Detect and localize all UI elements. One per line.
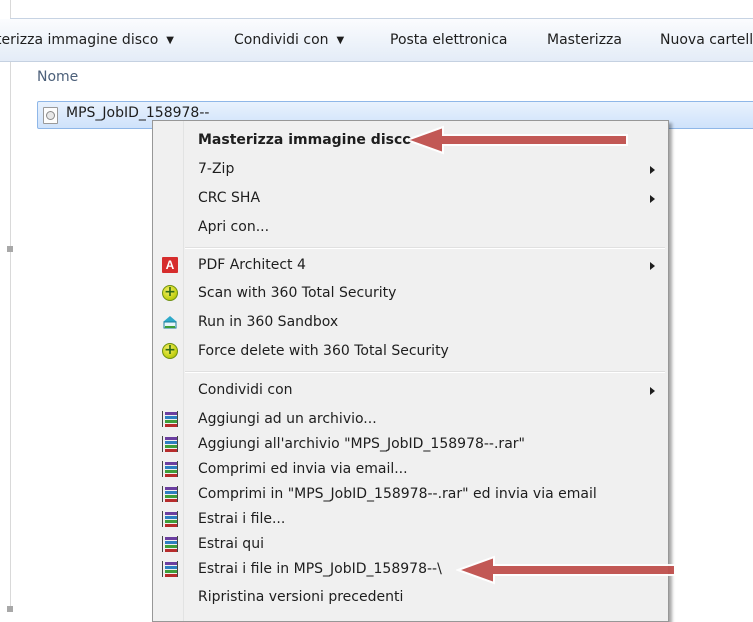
- 360-security-icon: [162, 284, 178, 301]
- winrar-icon: [162, 511, 178, 527]
- toolbar-label: Masterizza: [547, 32, 622, 48]
- menu-item-add-to-archive[interactable]: Aggiungi ad un archivio...: [153, 407, 668, 433]
- menu-item-label: PDF Architect 4: [198, 257, 306, 273]
- menu-item-label: Run in 360 Sandbox: [198, 314, 339, 330]
- menu-item-label: Aggiungi ad un archivio...: [198, 411, 377, 427]
- menu-item-label: Condividi con: [198, 382, 293, 398]
- menu-item-label: Ripristina versioni precedenti: [198, 589, 404, 605]
- annotation-arrow-icon: [456, 555, 676, 585]
- menu-separator: [185, 371, 665, 373]
- dropdown-caret-icon: ▼: [336, 35, 345, 46]
- 360-sandbox-icon: [162, 314, 178, 330]
- dropdown-caret-icon: ▼: [166, 35, 174, 46]
- new-folder-button[interactable]: Nuova cartell: [660, 19, 753, 61]
- burn-disc-image-menu[interactable]: terizza immagine disco ▼: [0, 19, 174, 61]
- window-left-border: [10, 0, 11, 612]
- menu-item-label: Aggiungi all'archivio "MPS_JobID_158978-…: [198, 436, 525, 452]
- menu-item-7zip[interactable]: 7-Zip: [153, 157, 668, 183]
- menu-item-label: Scan with 360 Total Security: [198, 285, 397, 301]
- menu-item-label: Force delete with 360 Total Security: [198, 343, 449, 359]
- name-column-header[interactable]: Nome: [37, 69, 78, 85]
- menu-item-pdf-architect[interactable]: PDF Architect 4: [153, 253, 668, 279]
- menu-item-label: Masterizza immagine disco: [198, 132, 412, 148]
- menu-item-compress-rar-email[interactable]: Comprimi in "MPS_JobID_158978--.rar" ed …: [153, 482, 668, 508]
- submenu-arrow-icon: [650, 387, 655, 395]
- email-button[interactable]: Posta elettronica: [390, 19, 507, 61]
- menu-item-scan-360[interactable]: Scan with 360 Total Security: [153, 281, 668, 307]
- menu-item-extract-files[interactable]: Estrai i file...: [153, 507, 668, 533]
- menu-item-label: Estrai i file...: [198, 511, 286, 527]
- submenu-arrow-icon: [650, 195, 655, 203]
- context-menu: Masterizza immagine disco 7-Zip CRC SHA …: [152, 120, 669, 622]
- submenu-arrow-icon: [650, 166, 655, 174]
- pdf-architect-icon: [162, 257, 178, 273]
- menu-item-label: CRC SHA: [198, 190, 261, 206]
- menu-item-share-with[interactable]: Condividi con: [153, 378, 668, 404]
- 360-security-icon: [162, 342, 178, 359]
- menu-item-label: 7-Zip: [198, 161, 235, 177]
- menu-item-label: Apri con...: [198, 219, 270, 235]
- menu-item-label: Estrai i file in MPS_JobID_158978--\: [198, 561, 442, 577]
- menu-item-open-with[interactable]: Apri con...: [153, 215, 668, 241]
- resize-grip-icon[interactable]: [7, 606, 13, 612]
- annotation-arrow-icon: [405, 125, 628, 155]
- menu-item-restore-previous-versions[interactable]: Ripristina versioni precedenti: [153, 585, 668, 611]
- menu-item-label: Estrai qui: [198, 536, 264, 552]
- winrar-icon: [162, 461, 178, 477]
- command-bar: terizza immagine disco ▼ Condividi con ▼ P…: [0, 19, 753, 62]
- file-name: MPS_JobID_158978--: [66, 105, 210, 121]
- toolbar-label: terizza immagine disco: [0, 32, 159, 48]
- share-with-menu[interactable]: Condividi con ▼: [234, 19, 344, 61]
- menu-item-label: Comprimi ed invia via email...: [198, 461, 408, 477]
- winrar-icon: [162, 436, 178, 452]
- winrar-icon: [162, 561, 178, 577]
- 360-sandbox-icon-graphic: [163, 316, 177, 329]
- menu-item-add-to-rar[interactable]: Aggiungi all'archivio "MPS_JobID_158978-…: [153, 432, 668, 458]
- menu-item-360-sandbox[interactable]: Run in 360 Sandbox: [153, 310, 668, 336]
- toolbar-label: Nuova cartell: [660, 32, 753, 48]
- toolbar-label: Condividi con: [234, 32, 329, 48]
- disc-image-file-icon: [43, 107, 58, 124]
- resize-grip-icon[interactable]: [7, 246, 13, 252]
- menu-item-crc-sha[interactable]: CRC SHA: [153, 186, 668, 212]
- menu-item-compress-email[interactable]: Comprimi ed invia via email...: [153, 457, 668, 483]
- submenu-arrow-icon: [650, 262, 655, 270]
- winrar-icon: [162, 411, 178, 427]
- toolbar-label: Posta elettronica: [390, 32, 508, 48]
- winrar-icon: [162, 536, 178, 552]
- menu-item-label: Comprimi in "MPS_JobID_158978--.rar" ed …: [198, 486, 597, 502]
- menu-separator: [185, 247, 665, 249]
- burn-button[interactable]: Masterizza: [547, 19, 622, 61]
- menu-item-force-delete-360[interactable]: Force delete with 360 Total Security: [153, 339, 668, 365]
- winrar-icon: [162, 486, 178, 502]
